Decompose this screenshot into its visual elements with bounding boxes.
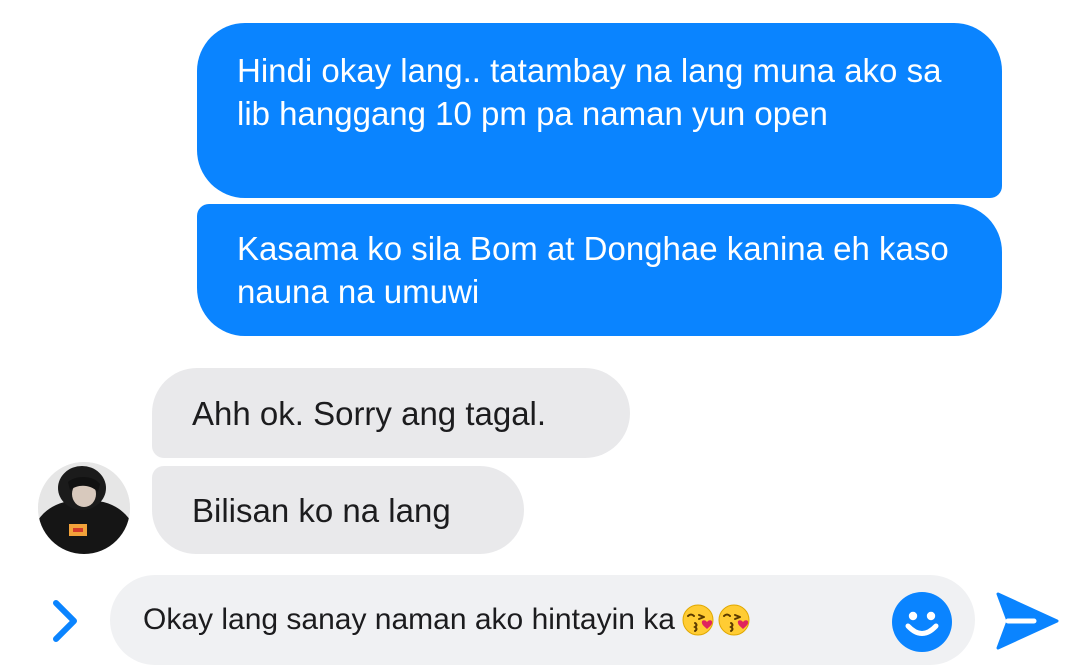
kissing-face-emoji-icon: [681, 603, 715, 637]
message-text: Kasama ko sila Bom at Donghae kanina eh …: [237, 230, 949, 310]
send-icon[interactable]: [994, 590, 1060, 652]
sent-message-bubble[interactable]: Hindi okay lang.. tatambay na lang muna …: [197, 23, 1002, 198]
smiley-icon[interactable]: [891, 591, 953, 653]
message-input-text[interactable]: Okay lang sanay naman ako hintayin ka: [143, 575, 751, 665]
kissing-face-emoji-icon: [717, 603, 751, 637]
received-message-bubble[interactable]: Bilisan ko na lang: [152, 466, 524, 554]
received-message-bubble[interactable]: Ahh ok. Sorry ang tagal.: [152, 368, 630, 458]
message-text: Ahh ok. Sorry ang tagal.: [192, 394, 547, 432]
message-text: Bilisan ko na lang: [192, 491, 451, 529]
message-text: Hindi okay lang.. tatambay na lang muna …: [237, 52, 942, 132]
message-input[interactable]: Okay lang sanay naman ako hintayin ka: [110, 575, 975, 665]
sent-message-bubble[interactable]: Kasama ko sila Bom at Donghae kanina eh …: [197, 204, 1002, 336]
avatar-photo: [38, 462, 130, 554]
chevron-right-icon[interactable]: [45, 595, 85, 647]
message-input-value: Okay lang sanay naman ako hintayin ka: [143, 603, 675, 636]
contact-avatar[interactable]: [38, 462, 130, 554]
